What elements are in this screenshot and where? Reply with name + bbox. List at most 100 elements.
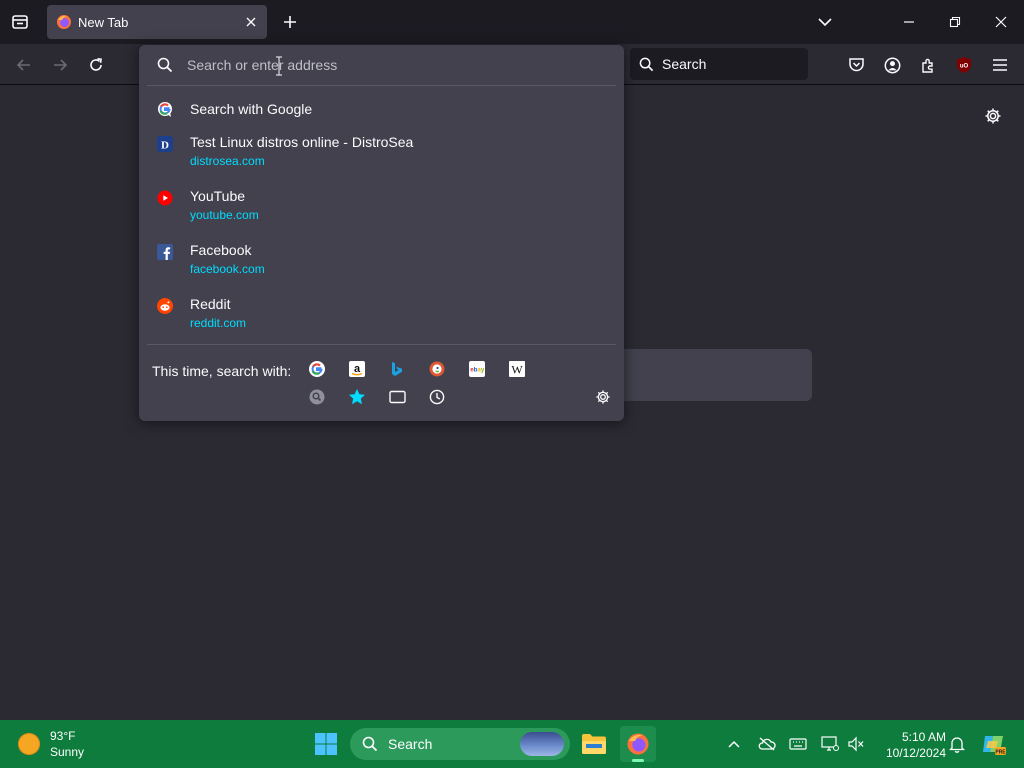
page-search-box[interactable] (600, 349, 812, 401)
gear-icon (596, 390, 610, 404)
ublock-button[interactable]: uO (950, 51, 978, 79)
svg-text:W: W (511, 363, 523, 377)
duckduckgo-icon (429, 361, 445, 377)
oneoff-divider (147, 344, 616, 345)
engine-wikipedia-button[interactable]: W (505, 357, 529, 381)
firefox-icon (57, 15, 71, 29)
bookmarks-icon (349, 389, 365, 405)
minimize-button[interactable] (894, 8, 924, 36)
plus-icon (284, 16, 296, 28)
reddit-icon (157, 298, 173, 314)
ublock-origin-icon: uO (957, 57, 971, 73)
close-icon (246, 17, 256, 27)
bell-icon (949, 736, 965, 753)
search-settings-button[interactable] (591, 385, 615, 409)
reload-icon (90, 58, 102, 71)
page-settings-button[interactable] (980, 103, 1006, 129)
urlbar-popup: Search with Google D Test Linux distros … (139, 45, 624, 421)
sun-icon (18, 733, 40, 755)
cloud-offline-icon (758, 737, 776, 751)
taskbar-search[interactable]: Search (350, 728, 570, 760)
wikipedia-icon: W (509, 361, 525, 377)
svg-text:PRE: PRE (995, 749, 1006, 755)
reload-button[interactable] (82, 51, 110, 79)
history-search-button[interactable] (425, 385, 449, 409)
chevron-up-icon (728, 740, 740, 748)
chevron-down-icon (818, 18, 832, 27)
result-youtube[interactable]: YouTube youtube.com (139, 181, 624, 235)
result-reddit[interactable]: Reddit reddit.com (139, 289, 624, 343)
file-explorer-button[interactable] (576, 726, 612, 762)
speaker-muted-icon (848, 736, 864, 752)
clock-time: 5:10 AM (901, 730, 946, 744)
list-all-tabs-button[interactable] (813, 11, 837, 33)
app-menu-button[interactable] (986, 51, 1014, 79)
new-tab-button[interactable] (278, 9, 302, 35)
amazon-icon: a (349, 361, 365, 377)
bookmarks-search-button[interactable] (345, 385, 369, 409)
onedrive-button[interactable] (755, 732, 779, 756)
results-list: Search with Google D Test Linux distros … (139, 91, 624, 343)
folder-icon (582, 734, 606, 754)
result-search-with-google[interactable]: Search with Google (139, 91, 624, 127)
tab-new-tab[interactable]: New Tab (47, 5, 267, 39)
svg-text:a: a (354, 363, 361, 375)
search-icon (639, 57, 654, 71)
firefox-taskbar-button[interactable] (620, 726, 656, 762)
svg-text:uO: uO (960, 64, 969, 70)
urlbar-input[interactable] (187, 51, 607, 79)
account-button[interactable] (878, 51, 906, 79)
result-url: reddit.com (190, 316, 247, 330)
start-button[interactable] (312, 730, 340, 758)
engine-amazon-button[interactable]: a (345, 357, 369, 381)
google-icon (309, 361, 325, 377)
tab-strip: New Tab (0, 0, 1024, 44)
search-icon (157, 57, 173, 73)
network-button[interactable] (818, 732, 842, 756)
copilot-button[interactable]: PRE (980, 732, 1008, 756)
svg-text:D: D (161, 140, 169, 152)
urlbar-divider (147, 85, 616, 86)
tabs-search-button[interactable] (385, 385, 409, 409)
weather-temperature: 93°F (50, 729, 76, 743)
notifications-button[interactable] (945, 732, 969, 756)
ebay-icon: ebay (469, 361, 485, 377)
window-close-button[interactable] (986, 8, 1016, 36)
show-hidden-icons-button[interactable] (722, 732, 746, 756)
restore-button[interactable] (940, 8, 970, 36)
history-icon (429, 389, 445, 405)
pocket-icon (848, 58, 864, 72)
oneoff-search-label: This time, search with: (152, 363, 292, 379)
extensions-button[interactable] (914, 51, 942, 79)
back-button[interactable] (10, 51, 38, 79)
gear-icon (985, 108, 1001, 124)
engine-ebay-button[interactable]: ebay (465, 357, 489, 381)
firefox-icon (627, 733, 649, 755)
result-title: Search with Google (190, 101, 313, 117)
tab-title: New Tab (78, 14, 129, 30)
taskbar: 93°F Sunny Search 5:10 AM 10/12/2024 PRE (0, 720, 1024, 768)
google-icon (158, 102, 172, 117)
firefox-view-button[interactable] (6, 8, 34, 36)
result-facebook[interactable]: Facebook facebook.com (139, 235, 624, 289)
active-app-indicator (632, 759, 644, 762)
toolbar-search-box[interactable]: Search (630, 48, 808, 80)
engine-bing-button[interactable] (385, 357, 409, 381)
engine-duckduckgo-button[interactable] (425, 357, 449, 381)
tabs-icon (388, 390, 406, 404)
pocket-button[interactable] (842, 51, 870, 79)
keyboard-button[interactable] (786, 732, 810, 756)
volume-button[interactable] (844, 732, 868, 756)
engine-google-button[interactable] (305, 357, 329, 381)
search-shortcuts-button[interactable] (305, 385, 329, 409)
result-url: distrosea.com (190, 154, 265, 168)
svg-text:ebay: ebay (470, 367, 485, 374)
forward-button[interactable] (46, 51, 74, 79)
result-distrosea[interactable]: D Test Linux distros online - DistroSea … (139, 127, 624, 181)
clock-date: 10/12/2024 (885, 746, 946, 760)
tab-close-button[interactable] (240, 11, 262, 33)
clock[interactable]: 5:10 AM 10/12/2024 (870, 729, 946, 761)
weather-widget[interactable]: 93°F Sunny (18, 728, 84, 760)
result-title: Facebook (190, 242, 252, 258)
result-title: YouTube (190, 188, 246, 204)
